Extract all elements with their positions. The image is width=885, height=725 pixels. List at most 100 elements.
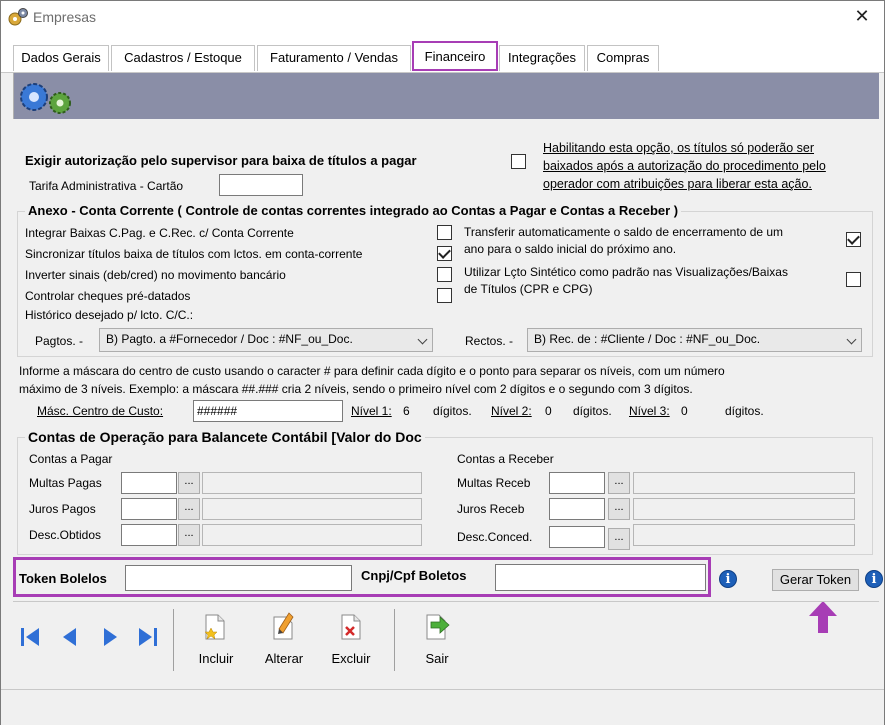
nivel1-digitos: dígitos.: [433, 404, 472, 418]
sintetico-checkbox[interactable]: [846, 272, 861, 287]
title-bar: Empresas ✕: [1, 1, 884, 33]
gerar-token-button[interactable]: Gerar Token: [772, 569, 859, 591]
new-document-icon[interactable]: [203, 613, 227, 641]
close-button[interactable]: ✕: [850, 5, 874, 29]
token-input[interactable]: [125, 565, 352, 591]
exit-icon[interactable]: [423, 613, 451, 641]
tab-compras[interactable]: Compras: [587, 45, 659, 71]
status-bar: [1, 689, 884, 725]
nivel2-digitos: dígitos.: [573, 404, 612, 418]
mascara-info-line2: máximo de 3 níveis. Exemplo: a máscara #…: [19, 382, 693, 396]
cnpj-input[interactable]: [495, 564, 706, 591]
anexo-title: Anexo - Conta Corrente ( Controle de con…: [25, 203, 682, 218]
nivel3-value: 0: [681, 404, 688, 418]
desc-conced-label: Desc.Conced.: [457, 530, 533, 544]
tab-integracoes[interactable]: Integrações: [499, 45, 585, 71]
contas-receber-title: Contas a Receber: [457, 452, 554, 466]
rectos-label: Rectos. -: [465, 334, 514, 348]
pagtos-label: Pagtos. -: [35, 334, 84, 348]
opt-inverter-label: Inverter sinais (deb/cred) no movimento …: [25, 268, 286, 282]
opt-integrar-label: Integrar Baixas C.Pag. e C.Rec. c/ Conta…: [25, 226, 294, 240]
juros-pagos-lookup-button[interactable]: ...: [178, 498, 200, 520]
cnpj-label: Cnpj/Cpf Boletos: [361, 568, 467, 583]
multas-receb-label: Multas Receb: [457, 476, 531, 490]
juros-pagos-input[interactable]: [121, 498, 177, 520]
first-record-icon[interactable]: [19, 625, 41, 649]
tab-faturamento-vendas[interactable]: Faturamento / Vendas: [257, 45, 411, 71]
toolbar-separator: [173, 609, 174, 671]
last-record-icon[interactable]: [137, 625, 159, 649]
multas-receb-input[interactable]: [549, 472, 605, 494]
pagtos-select[interactable]: B) Pagto. a #Fornecedor / Doc : #NF_ou_D…: [99, 328, 433, 352]
desc-conced-desc: [633, 524, 855, 546]
desc-obtidos-lookup-button[interactable]: ...: [178, 524, 200, 546]
gerar-token-info-icon[interactable]: i: [865, 570, 883, 588]
supervisor-checkbox[interactable]: [511, 154, 526, 169]
cheques-checkbox[interactable]: [437, 288, 452, 303]
multas-pagas-label: Multas Pagas: [29, 476, 102, 490]
supervisor-label: Exigir autorização pelo supervisor para …: [25, 153, 417, 168]
supervisor-hint-line1: Habilitando esta opção, os títulos só po…: [543, 141, 815, 155]
opt-cheques-label: Controlar cheques pré-datados: [25, 289, 191, 303]
excluir-button[interactable]: Excluir: [324, 651, 378, 666]
edit-pencil-icon[interactable]: [271, 611, 295, 641]
sincronizar-checkbox[interactable]: [437, 246, 452, 261]
sair-button[interactable]: Sair: [411, 651, 463, 666]
desc-conced-input[interactable]: [549, 526, 605, 548]
multas-pagas-input[interactable]: [121, 472, 177, 494]
juros-pagos-label: Juros Pagos: [29, 502, 96, 516]
juros-receb-lookup-button[interactable]: ...: [608, 498, 630, 520]
multas-receb-desc: [633, 472, 855, 494]
opt-sintetico-line1: Utilizar Lçto Sintético como padrão nas …: [464, 265, 788, 279]
mascara-info-line1: Informe a máscara do centro de custo usa…: [19, 364, 725, 378]
juros-receb-input[interactable]: [549, 498, 605, 520]
integrar-checkbox[interactable]: [437, 225, 452, 240]
multas-pagas-lookup-button[interactable]: ...: [178, 472, 200, 494]
supervisor-hint-line2: baixados após a autorização do procedime…: [543, 159, 826, 173]
juros-receb-label: Juros Receb: [457, 502, 525, 516]
arrow-up-icon: [809, 601, 837, 633]
inverter-checkbox[interactable]: [437, 267, 452, 282]
gears-icon: [20, 83, 71, 114]
tab-cadastros-estoque[interactable]: Cadastros / Estoque: [111, 45, 255, 71]
tab-dados-gerais[interactable]: Dados Gerais: [13, 45, 109, 71]
financeiro-panel: Exigir autorização pelo supervisor para …: [13, 119, 879, 599]
nivel3-digitos: dígitos.: [725, 404, 764, 418]
chevron-down-icon: [846, 334, 857, 345]
tab-strip: Dados Gerais Cadastros / Estoque Faturam…: [1, 33, 884, 73]
desc-obtidos-input[interactable]: [121, 524, 177, 546]
opt-sintetico-line2: de Títulos (CPR e CPG): [464, 282, 593, 296]
rectos-select-value: B) Rec. de : #Cliente / Doc : #NF_ou_Doc…: [534, 332, 761, 346]
opt-historico-label: Histórico desejado p/ lcto. C/C.:: [25, 308, 194, 322]
toolbar-separator: [394, 609, 395, 671]
multas-pagas-desc: [202, 472, 422, 494]
window-title: Empresas: [33, 9, 97, 25]
toolbar-divider: [13, 601, 879, 602]
empresas-window: Empresas ✕ Dados Gerais Cadastros / Esto…: [0, 0, 885, 725]
rectos-select[interactable]: B) Rec. de : #Cliente / Doc : #NF_ou_Doc…: [527, 328, 862, 352]
transferir-checkbox[interactable]: [846, 232, 861, 247]
token-info-icon[interactable]: i: [719, 570, 737, 588]
gears-app-icon: [8, 8, 28, 26]
incluir-button[interactable]: Incluir: [189, 651, 243, 666]
delete-document-icon[interactable]: [339, 613, 363, 641]
token-label: Token Bolelos: [19, 571, 107, 586]
tarifa-input[interactable]: [219, 174, 303, 196]
multas-receb-lookup-button[interactable]: ...: [608, 472, 630, 494]
tab-financeiro[interactable]: Financeiro: [412, 41, 498, 71]
previous-record-icon[interactable]: [59, 625, 79, 649]
desc-obtidos-label: Desc.Obtidos: [29, 528, 102, 542]
nivel1-label: Nível 1:: [351, 404, 392, 418]
alterar-button[interactable]: Alterar: [257, 651, 311, 666]
pagtos-select-value: B) Pagto. a #Fornecedor / Doc : #NF_ou_D…: [106, 332, 353, 346]
opt-transferir-line2: ano para o saldo inicial do próximo ano.: [464, 242, 677, 256]
desc-obtidos-desc: [202, 524, 422, 546]
juros-pagos-desc: [202, 498, 422, 520]
desc-conced-lookup-button[interactable]: ...: [608, 528, 630, 550]
tarifa-label: Tarifa Administrativa - Cartão: [29, 179, 184, 193]
contas-pagar-title: Contas a Pagar: [29, 452, 113, 466]
mascara-input[interactable]: [193, 400, 343, 422]
next-record-icon[interactable]: [101, 625, 121, 649]
mascara-label: Másc. Centro de Custo:: [37, 404, 164, 418]
nivel2-label: Nível 2:: [491, 404, 532, 418]
